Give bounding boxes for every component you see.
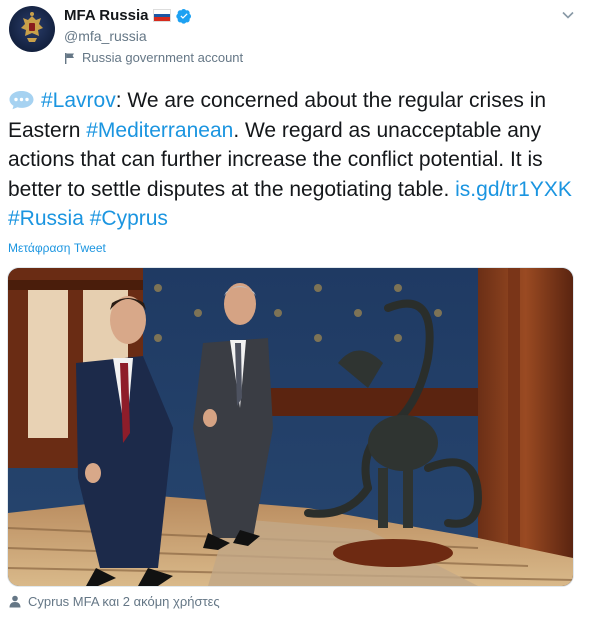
photo-illustration [8, 268, 573, 586]
account-handle[interactable]: @mfa_russia [64, 28, 147, 44]
russian-flag-icon [153, 9, 172, 22]
government-account-text: Russia government account [82, 50, 244, 65]
person-icon [9, 595, 21, 608]
display-name[interactable]: MFA Russia [64, 7, 148, 24]
tweet-photo[interactable] [7, 267, 574, 587]
verified-badge-icon [176, 8, 192, 24]
coat-of-arms-icon [21, 12, 43, 42]
hashtag-lavrov[interactable]: #Lavrov [41, 89, 116, 112]
account-name-row: MFA Russia [64, 7, 192, 24]
government-account-label: Russia government account [64, 50, 243, 65]
hashtag-cyprus[interactable]: #Cyprus [90, 207, 168, 230]
translate-tweet-link[interactable]: Μετάφραση Tweet [8, 241, 106, 255]
tweet-link[interactable]: is.gd/tr1YXK [455, 178, 572, 201]
profile-avatar[interactable] [9, 6, 55, 52]
hashtag-mediterranean[interactable]: #Mediterranean [86, 119, 233, 142]
tagged-users-text: Cyprus MFA και 2 ακόμη χρήστες [28, 594, 220, 609]
chevron-down-icon[interactable] [561, 8, 575, 22]
flag-icon [65, 52, 74, 64]
tweet-text: #Lavrov: We are concerned about the regu… [8, 86, 578, 234]
hashtag-russia[interactable]: #Russia [8, 207, 84, 230]
speech-bubble-icon [9, 91, 34, 110]
tagged-users[interactable]: Cyprus MFA και 2 ακόμη χρήστες [9, 594, 220, 609]
